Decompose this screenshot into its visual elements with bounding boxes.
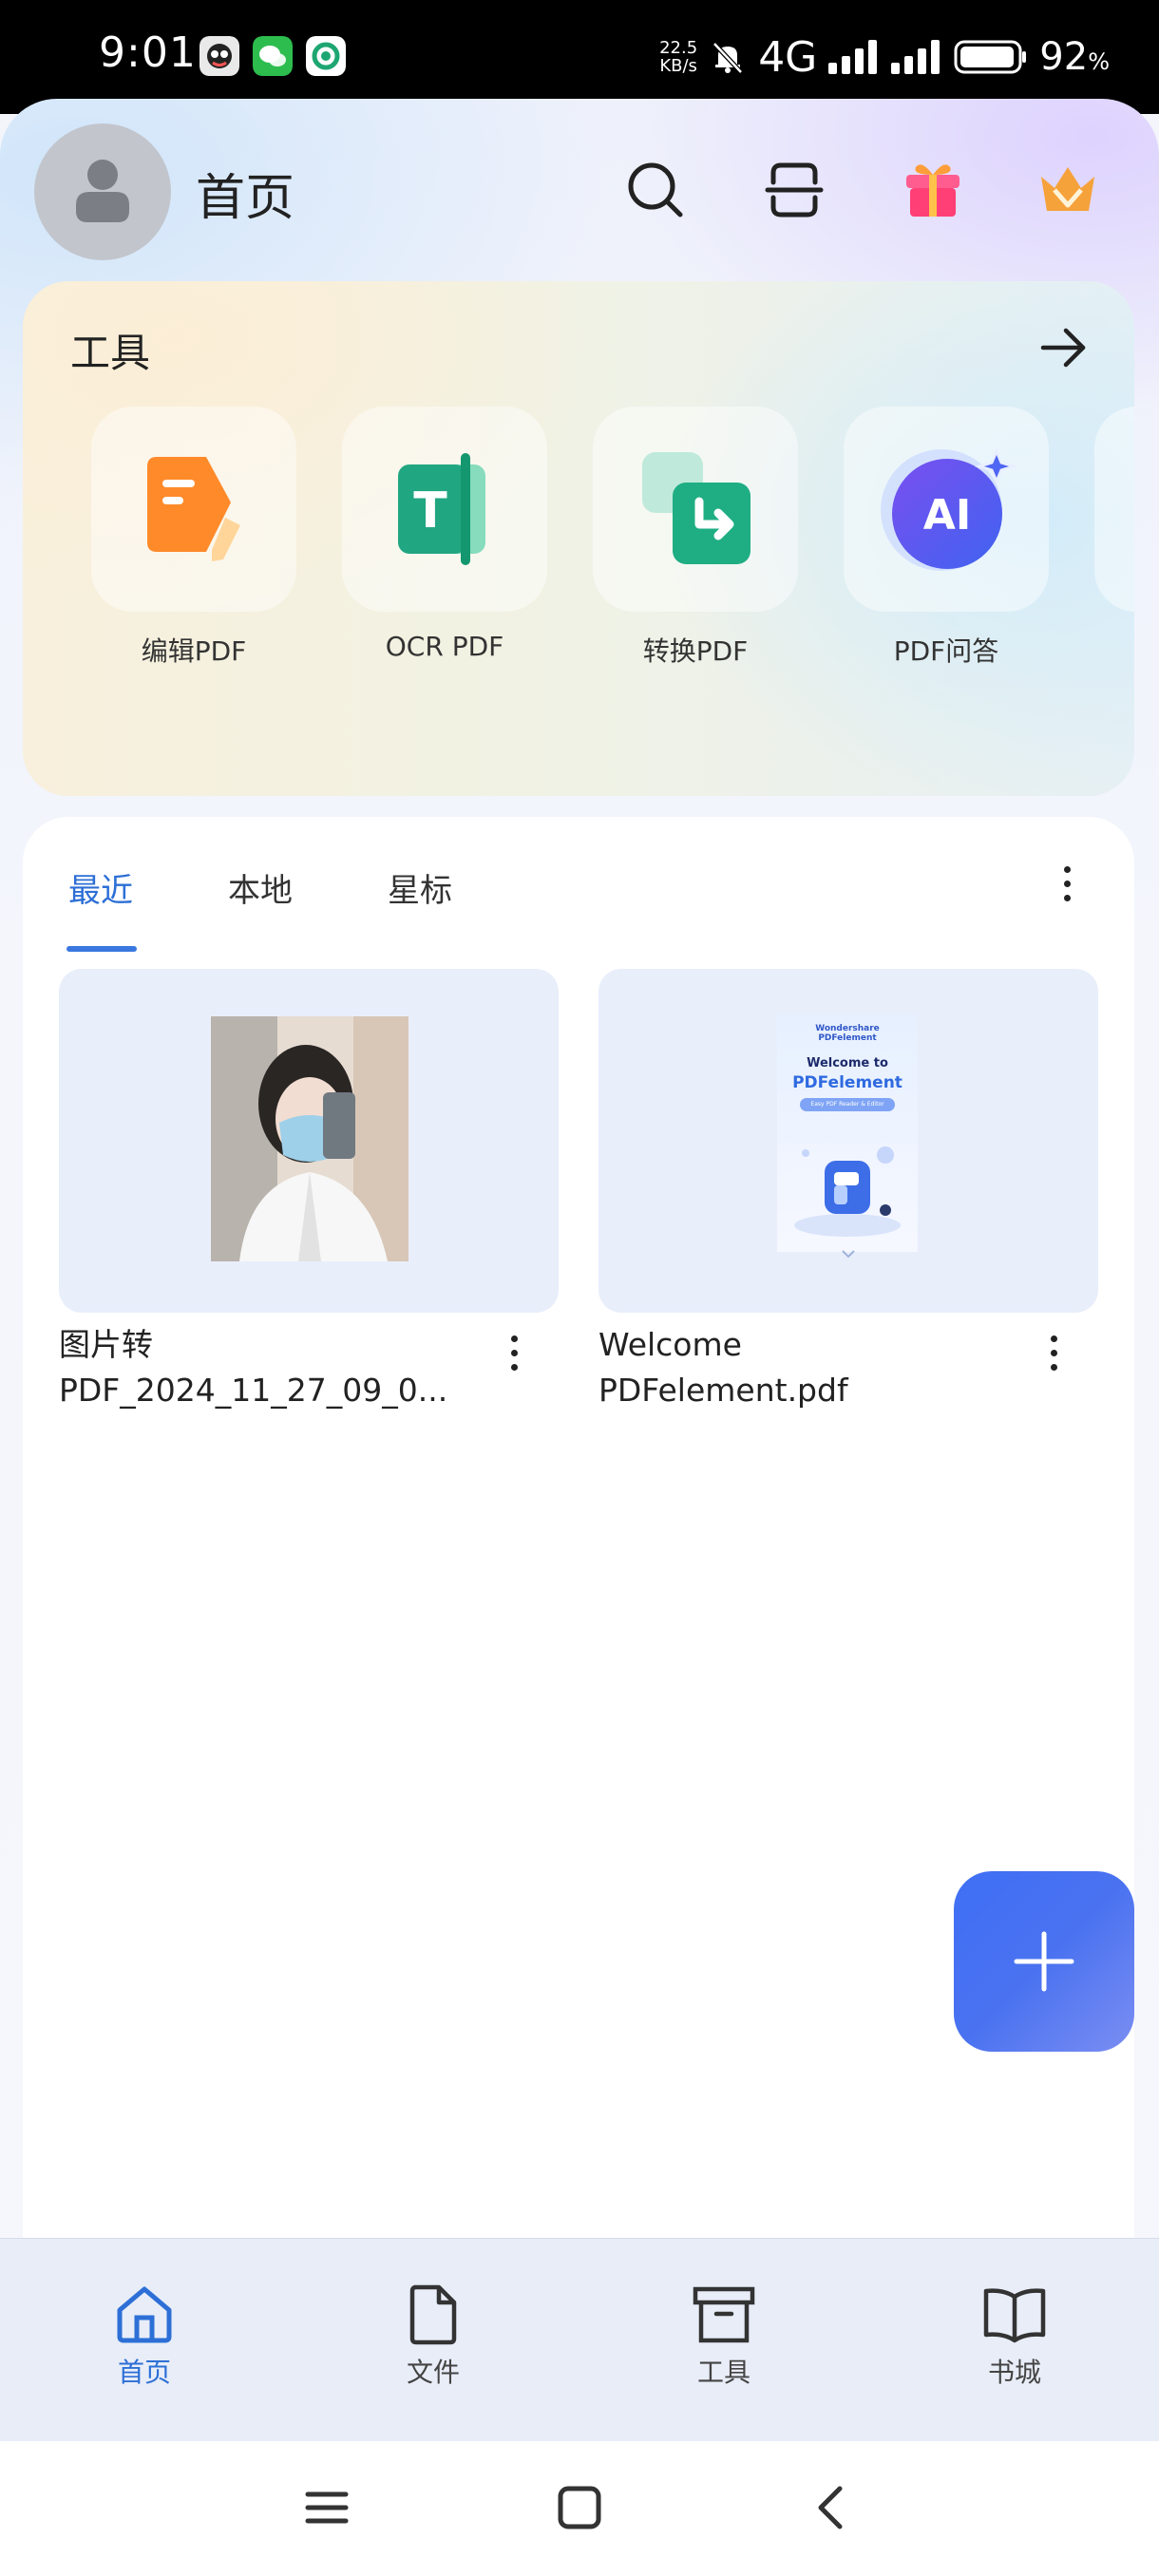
tab-indicator — [66, 946, 137, 952]
nav-home[interactable]: 首页 — [68, 2280, 220, 2390]
app-icon — [306, 36, 346, 76]
scan-icon[interactable] — [760, 156, 828, 224]
tab-local[interactable]: 本地 — [228, 864, 293, 911]
arrow-right-icon[interactable] — [1036, 319, 1092, 376]
file-more-icon[interactable] — [500, 1324, 528, 1381]
welcome-pdf-thumbnail: Wondershare PDFelement Welcome to PDFele… — [777, 1014, 918, 1252]
tool-tile: T — [342, 407, 547, 612]
net-speed: 22.5 KB/s — [659, 38, 698, 76]
status-right: 22.5 KB/s 4G 92% — [659, 32, 1110, 82]
signal-icon — [828, 40, 878, 74]
gift-icon[interactable] — [899, 156, 967, 224]
mute-icon — [712, 42, 744, 74]
tool-pdf-qa[interactable]: AI PDF问答 — [844, 407, 1049, 667]
tools-card: 工具 编辑PDF T OCR PDF 转换PDF AI PDF问答 — [23, 281, 1134, 796]
network-type: 4G — [758, 32, 818, 82]
battery-percent: 92 — [1039, 35, 1089, 79]
ocr-pdf-icon: T — [398, 453, 485, 565]
file-name: 图片转 PDF_2024_11_27_09_0... — [59, 1326, 448, 1409]
battery-icon — [954, 40, 1027, 74]
tool-ocr-pdf[interactable]: T OCR PDF — [342, 407, 547, 662]
crown-icon[interactable] — [1034, 156, 1102, 224]
system-nav-bar — [0, 2441, 1159, 2576]
convert-pdf-icon — [642, 452, 750, 564]
tool-label: 目 — [980, 631, 1134, 669]
file-thumbnail-card[interactable] — [59, 969, 559, 1313]
status-time: 9:01 — [99, 28, 197, 77]
plus-icon — [1014, 1931, 1074, 1992]
back-icon[interactable] — [802, 2477, 863, 2538]
nav-files[interactable]: 文件 — [357, 2280, 509, 2390]
wechat-icon — [253, 36, 293, 76]
photo-thumbnail — [211, 1016, 408, 1261]
kuaishou-icon — [200, 36, 239, 76]
toolbox-icon — [693, 2286, 755, 2343]
book-icon — [983, 2288, 1046, 2343]
menu-icon[interactable] — [296, 2477, 357, 2538]
tool-label: 编辑PDF — [141, 635, 247, 667]
home-icon — [117, 2286, 172, 2343]
tool-label: OCR PDF — [385, 631, 504, 662]
tool-tile — [1094, 407, 1134, 612]
tool-convert-pdf[interactable]: 转换PDF — [593, 407, 798, 667]
tool-tile: AI — [844, 407, 1049, 612]
file-icon — [409, 2284, 457, 2345]
file-thumbnail-card[interactable]: Wondershare PDFelement Welcome to PDFele… — [598, 969, 1098, 1313]
chevron-down-icon — [842, 1250, 855, 1259]
tools-title: 工具 — [70, 330, 151, 376]
tab-starred[interactable]: 星标 — [388, 864, 452, 911]
signal-icon-2 — [891, 40, 940, 74]
add-button[interactable] — [954, 1871, 1134, 2052]
svg-text:T: T — [413, 483, 447, 540]
edit-pdf-icon — [147, 457, 240, 561]
search-icon[interactable] — [621, 156, 690, 224]
home-button-icon[interactable] — [549, 2477, 610, 2538]
file-more-icon[interactable] — [1039, 1324, 1068, 1381]
tool-tile — [91, 407, 296, 612]
nav-bookstore[interactable]: 书城 — [939, 2280, 1091, 2390]
tab-recent[interactable]: 最近 — [68, 864, 133, 911]
more-options-icon[interactable] — [1053, 855, 1081, 912]
page-title: 首页 — [196, 170, 295, 227]
tool-tile — [593, 407, 798, 612]
nav-tools[interactable]: 工具 — [648, 2280, 800, 2390]
status-bar: 9:01 22.5 KB/s 4G 92% — [0, 0, 1159, 114]
tool-label: 转换PDF — [642, 635, 749, 667]
user-icon — [76, 160, 129, 222]
tool-more[interactable]: 目 — [1094, 407, 1134, 635]
file-name: Welcome PDFelement.pdf — [598, 1326, 848, 1409]
svg-text:AI: AI — [923, 491, 971, 540]
avatar[interactable] — [34, 123, 171, 260]
ai-qa-icon: AI — [881, 447, 1017, 571]
tool-edit-pdf[interactable]: 编辑PDF — [91, 407, 296, 667]
